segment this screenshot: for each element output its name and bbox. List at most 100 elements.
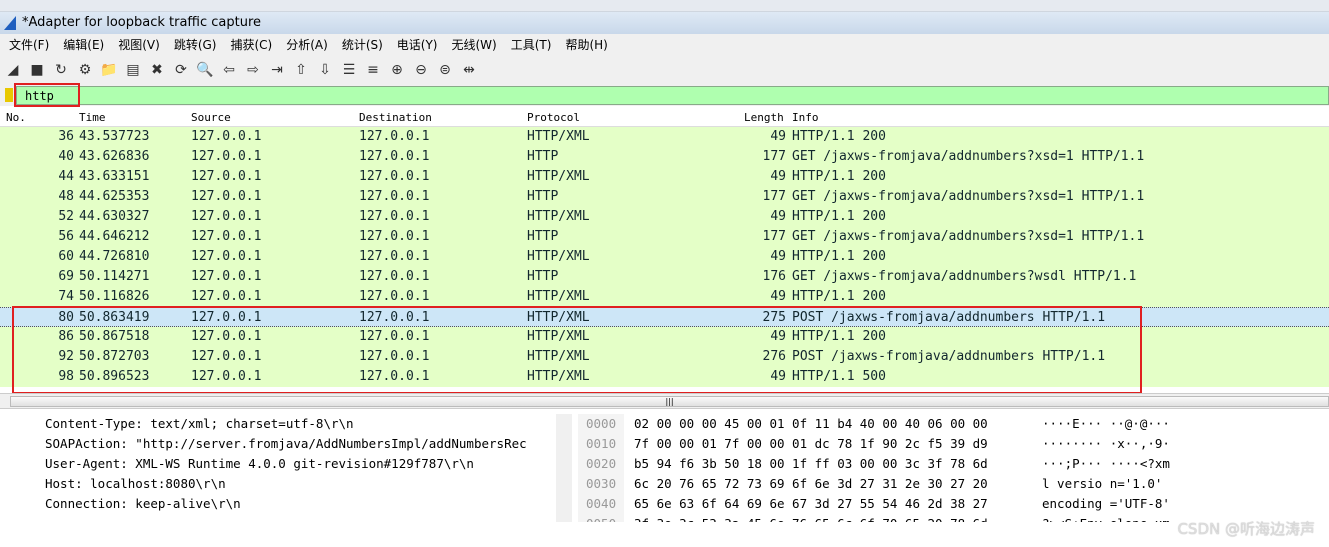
detail-line[interactable]: SOAPAction: "http://server.fromjava/AddN… [0, 434, 570, 454]
packet-row[interactable]: 69 50.114271 127.0.0.1 127.0.0.1 HTTP 176 GET … [0, 267, 1329, 287]
detail-line[interactable]: User-Agent: XML-WS Runtime 4.0.0 git-rev… [0, 454, 570, 474]
menu-item[interactable]: 视图(V) [113, 34, 165, 56]
hex-row: 0020 b5 94 f6 3b 50 18 00 1f ff 03 00 00 … [578, 454, 1329, 474]
restart-capture-icon[interactable]: ↻ [52, 61, 70, 79]
column-protocol[interactable]: Protocol [527, 109, 580, 127]
cell-len: 177 [762, 229, 786, 244]
cell-src: 127.0.0.1 [191, 149, 262, 164]
cell-proto: HTTP [527, 189, 559, 204]
cell-time: 44.726810 [79, 249, 150, 264]
cell-src: 127.0.0.1 [191, 229, 262, 244]
column-source[interactable]: Source [191, 109, 231, 127]
menu-item[interactable]: 捕获(C) [225, 34, 277, 56]
hex-bytes[interactable]: 3f 3e 3c 53 3a 45 6e 76 65 6c 6f 70 65 2… [634, 514, 988, 522]
cell-proto: HTTP [527, 269, 559, 284]
cell-src: 127.0.0.1 [191, 189, 262, 204]
detail-line[interactable]: Content-Type: text/xml; charset=utf-8\r\… [0, 414, 570, 434]
highlight-box-filter [14, 83, 80, 107]
cell-src: 127.0.0.1 [191, 289, 262, 304]
details-vertical-scrollbar[interactable] [556, 414, 572, 522]
packet-row[interactable]: 74 50.116826 127.0.0.1 127.0.0.1 HTTP/XML 49 H… [0, 287, 1329, 307]
hex-offset: 0040 [586, 496, 617, 511]
capture-options-icon[interactable]: ⚙ [76, 61, 94, 79]
reload-file-icon[interactable]: ⟳ [172, 61, 190, 79]
main-toolbar: ◢ ■ ↻ ⚙ 📁 ▤ ✖ ⟳ 🔍 ⇦ ⇨ ⇥ ⇧ ⇩ ☰ ≡ ⊕ ⊖ ⊜ ⇹ [0, 56, 1329, 84]
hex-row: 0040 65 6e 63 6f 64 69 6e 67 3d 27 55 54 … [578, 494, 1329, 514]
packet-row[interactable]: 40 43.626836 127.0.0.1 127.0.0.1 HTTP 177 GET … [0, 147, 1329, 167]
packet-details-pane: Content-Type: text/xml; charset=utf-8\r\… [0, 414, 570, 522]
zoom-normal-icon[interactable]: ⊜ [436, 61, 454, 79]
menu-bar: 文件(F) 编辑(E) 视图(V) 跳转(G) 捕获(C) 分析(A) 统计(S) 电话(Y)… [0, 34, 1329, 56]
menu-item[interactable]: 分析(A) [281, 34, 333, 56]
packet-row[interactable]: 52 44.630327 127.0.0.1 127.0.0.1 HTTP/XML 49 H… [0, 207, 1329, 227]
hex-ascii[interactable]: ?><S:Env elope xm [1042, 514, 1170, 522]
stop-capture-icon[interactable]: ■ [28, 61, 46, 79]
hex-ascii[interactable]: ········ ·x··,·9· [1042, 434, 1170, 454]
packet-row[interactable]: 48 44.625353 127.0.0.1 127.0.0.1 HTTP 177 GET … [0, 187, 1329, 207]
colorize-icon[interactable]: ≡ [364, 61, 382, 79]
first-packet-icon[interactable]: ⇧ [292, 61, 310, 79]
cell-len: 49 [770, 209, 786, 224]
close-file-icon[interactable]: ✖ [148, 61, 166, 79]
hex-ascii[interactable]: encoding ='UTF-8' [1042, 494, 1170, 514]
packet-bytes-pane: 0000 02 00 00 00 45 00 01 0f 11 b4 40 00 … [578, 414, 1329, 522]
column-info[interactable]: Info [792, 109, 819, 127]
cell-dst: 127.0.0.1 [359, 189, 430, 204]
start-capture-icon[interactable]: ◢ [4, 61, 22, 79]
display-filter-input[interactable] [16, 86, 1329, 105]
hex-bytes[interactable]: b5 94 f6 3b 50 18 00 1f ff 03 00 00 3c 3… [634, 454, 988, 474]
packet-row[interactable]: 56 44.646212 127.0.0.1 127.0.0.1 HTTP 177 GET … [0, 227, 1329, 247]
zoom-in-icon[interactable]: ⊕ [388, 61, 406, 79]
hex-bytes[interactable]: 02 00 00 00 45 00 01 0f 11 b4 40 00 40 0… [634, 414, 988, 434]
hex-ascii[interactable]: ····E··· ··@·@··· [1042, 414, 1170, 434]
hex-bytes[interactable]: 65 6e 63 6f 64 69 6e 67 3d 27 55 54 46 2… [634, 494, 988, 514]
hex-bytes[interactable]: 6c 20 76 65 72 73 69 6f 6e 3d 27 31 2e 3… [634, 474, 988, 494]
cell-time: 43.626836 [79, 149, 150, 164]
packet-row[interactable]: 44 43.633151 127.0.0.1 127.0.0.1 HTTP/XML 49 H… [0, 167, 1329, 187]
cell-dst: 127.0.0.1 [359, 149, 430, 164]
column-no[interactable]: No. [6, 109, 26, 127]
hex-bytes[interactable]: 7f 00 00 01 7f 00 00 01 dc 78 1f 90 2c f… [634, 434, 988, 454]
open-file-icon[interactable]: 📁 [100, 61, 118, 79]
cell-no: 36 [58, 129, 74, 144]
go-back-icon[interactable]: ⇦ [220, 61, 238, 79]
watermark: CSDN @听海边涛声 [1177, 520, 1315, 538]
menu-item[interactable]: 文件(F) [4, 34, 54, 56]
column-length[interactable]: Length [744, 109, 784, 127]
resize-columns-icon[interactable]: ⇹ [460, 61, 478, 79]
last-packet-icon[interactable]: ⇩ [316, 61, 334, 79]
packet-list-horizontal-scrollbar[interactable]: ||| [0, 393, 1329, 409]
cell-proto: HTTP/XML [527, 169, 590, 184]
menu-item[interactable]: 无线(W) [447, 34, 502, 56]
menu-item[interactable]: 工具(T) [506, 34, 557, 56]
background-taskbar [0, 0, 1329, 12]
window-title: *Adapter for loopback traffic capture [22, 15, 262, 30]
menu-item[interactable]: 编辑(E) [58, 34, 109, 56]
find-packet-icon[interactable]: 🔍 [196, 61, 214, 79]
cell-no: 52 [58, 209, 74, 224]
menu-item[interactable]: 帮助(H) [560, 34, 612, 56]
menu-item[interactable]: 跳转(G) [169, 34, 222, 56]
cell-info: HTTP/1.1 200 [792, 209, 886, 224]
detail-line[interactable]: Connection: keep-alive\r\n [0, 494, 570, 514]
scrollbar-thumb[interactable]: ||| [10, 396, 1329, 407]
cell-no: 74 [58, 289, 74, 304]
column-destination[interactable]: Destination [359, 109, 432, 127]
hex-ascii[interactable]: ···;P··· ····<?xm [1042, 454, 1170, 474]
autoscroll-icon[interactable]: ☰ [340, 61, 358, 79]
zoom-out-icon[interactable]: ⊖ [412, 61, 430, 79]
menu-item[interactable]: 统计(S) [337, 34, 388, 56]
detail-line[interactable]: Host: localhost:8080\r\n [0, 474, 570, 494]
filter-bookmark-icon[interactable] [5, 88, 13, 102]
hex-row: 0000 02 00 00 00 45 00 01 0f 11 b4 40 00 … [578, 414, 1329, 434]
cell-src: 127.0.0.1 [191, 169, 262, 184]
packet-row[interactable]: 60 44.726810 127.0.0.1 127.0.0.1 HTTP/XML 49 H… [0, 247, 1329, 267]
go-to-packet-icon[interactable]: ⇥ [268, 61, 286, 79]
hex-ascii[interactable]: l versio n='1.0' [1042, 474, 1162, 494]
menu-item[interactable]: 电话(Y) [392, 34, 443, 56]
packet-row[interactable]: 36 43.537723 127.0.0.1 127.0.0.1 HTTP/XML 49 H… [0, 127, 1329, 147]
go-forward-icon[interactable]: ⇨ [244, 61, 262, 79]
column-time[interactable]: Time [79, 109, 106, 127]
save-file-icon[interactable]: ▤ [124, 61, 142, 79]
cell-time: 44.630327 [79, 209, 150, 224]
